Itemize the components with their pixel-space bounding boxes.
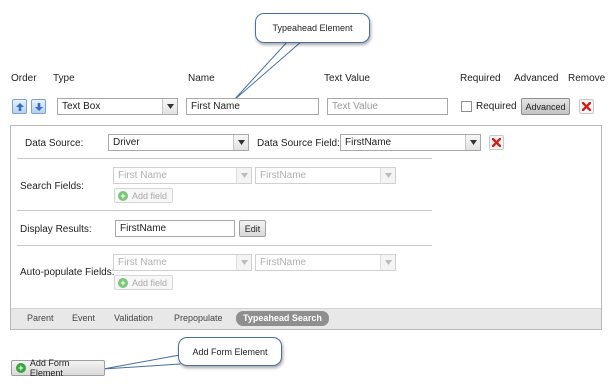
edit-label: Edit — [244, 223, 261, 234]
text-value-placeholder: Text Value — [332, 101, 378, 112]
tab-typeahead-search[interactable]: Typeahead Search — [236, 311, 329, 326]
header-text-value: Text Value — [324, 73, 370, 84]
header-type: Type — [53, 73, 75, 84]
tab-parent[interactable]: Parent — [27, 313, 54, 323]
red-x-icon — [492, 138, 501, 147]
search-fields-label: Search Fields: — [20, 181, 84, 192]
green-plus-icon: + — [16, 363, 26, 373]
remove-element-button[interactable] — [579, 99, 594, 114]
tab-validation[interactable]: Validation — [114, 313, 153, 323]
add-form-element-button[interactable]: + Add Form Element — [11, 358, 105, 378]
display-results-input[interactable]: FirstName — [115, 220, 235, 237]
header-advanced: Advanced — [514, 73, 559, 84]
search-field-value: First Name — [118, 170, 167, 181]
auto-populate-add-field-label: Add field — [132, 277, 168, 288]
chevron-down-icon — [380, 168, 395, 183]
data-source-field-value: FirstName — [345, 137, 392, 148]
search-field-select[interactable]: First Name — [113, 167, 252, 184]
required-checkbox[interactable] — [461, 101, 472, 112]
header-required: Required — [460, 73, 501, 84]
arrow-down-icon — [34, 102, 43, 111]
data-source-select[interactable]: Driver — [108, 134, 249, 151]
search-add-field-button[interactable]: + Add field — [114, 188, 174, 203]
advanced-panel — [10, 125, 602, 330]
divider — [17, 210, 432, 211]
name-input-value: First Name — [191, 101, 240, 112]
data-source-field-select[interactable]: FirstName — [340, 134, 481, 151]
header-order: Order — [11, 73, 37, 84]
tab-event[interactable]: Event — [72, 313, 95, 323]
arrow-up-icon — [15, 102, 24, 111]
red-x-icon — [582, 102, 591, 111]
move-up-button[interactable] — [12, 99, 27, 114]
header-remove: Remove — [568, 73, 606, 84]
text-value-input[interactable]: Text Value — [327, 98, 448, 115]
chevron-down-icon — [380, 255, 395, 270]
add-form-callout-text: Add Form Element — [192, 346, 268, 357]
move-down-button[interactable] — [31, 99, 46, 114]
chevron-down-icon — [162, 99, 177, 114]
typeahead-callout: Typeahead Element — [255, 13, 370, 43]
green-plus-icon: + — [118, 277, 128, 288]
auto-populate-db-field-select[interactable]: FirstName — [255, 254, 396, 271]
auto-populate-add-field-button[interactable]: + Add field — [114, 275, 174, 290]
chevron-down-icon — [233, 135, 248, 150]
typeahead-callout-text: Typeahead Element — [272, 23, 353, 33]
type-select-value: Text Box — [62, 101, 101, 112]
name-input[interactable]: First Name — [186, 98, 319, 115]
add-form-callout: Add Form Element — [178, 337, 282, 366]
advanced-button-label: Advanced — [525, 101, 566, 112]
search-db-field-select[interactable]: FirstName — [255, 167, 396, 184]
search-db-field-value: FirstName — [260, 170, 307, 181]
auto-populate-db-field-value: FirstName — [260, 257, 307, 268]
header-name: Name — [188, 73, 215, 84]
data-source-value: Driver — [113, 137, 140, 148]
remove-data-source-button[interactable] — [489, 135, 504, 150]
add-form-element-label: Add Form Element — [29, 358, 70, 378]
display-results-value: FirstName — [120, 223, 167, 234]
divider — [17, 245, 432, 246]
green-plus-icon: + — [118, 190, 128, 201]
chevron-down-icon — [236, 168, 251, 183]
divider — [17, 158, 432, 159]
type-select[interactable]: Text Box — [57, 98, 178, 115]
tab-prepopulate[interactable]: Prepopulate — [174, 313, 223, 323]
auto-populate-field-value: First Name — [118, 257, 167, 268]
chevron-down-icon — [465, 135, 480, 150]
chevron-down-icon — [236, 255, 251, 270]
auto-populate-label: Auto-populate Fields: — [20, 267, 115, 278]
edit-display-results-button[interactable]: Edit — [239, 220, 266, 237]
required-label: Required — [476, 101, 517, 112]
data-source-field-label: Data Source Field: — [257, 138, 340, 149]
search-add-field-label: Add field — [132, 190, 168, 201]
advanced-button[interactable]: Advanced — [521, 98, 570, 115]
auto-populate-field-select[interactable]: First Name — [113, 254, 252, 271]
data-source-label: Data Source: — [25, 138, 84, 149]
display-results-label: Display Results: — [20, 224, 92, 235]
